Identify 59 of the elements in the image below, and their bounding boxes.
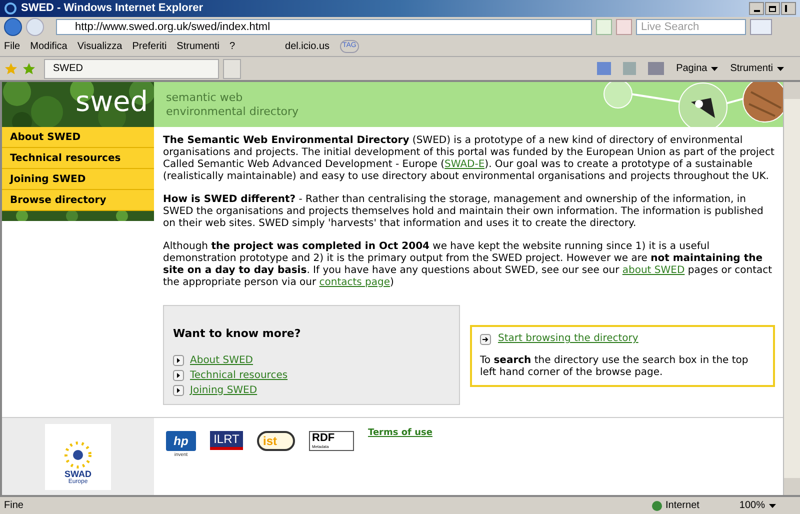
browser-icon <box>4 2 17 15</box>
zone-indicator: Internet <box>652 498 700 513</box>
caret-icon <box>711 66 718 70</box>
text-link[interactable]: Joining SWED <box>190 384 258 396</box>
menu-item[interactable]: Preferiti <box>132 39 167 54</box>
text-link[interactable]: SWAD-E <box>444 159 485 170</box>
browser-tab[interactable]: SWED <box>44 58 219 78</box>
window-title: SWED - Windows Internet Explorer <box>21 1 204 16</box>
maximize-button[interactable] <box>765 2 780 15</box>
print-button[interactable] <box>648 62 664 75</box>
text-link[interactable]: Start browsing the directory <box>498 333 638 345</box>
feeds-button[interactable] <box>623 62 636 75</box>
close-button[interactable] <box>781 2 796 15</box>
arrow-icon <box>480 334 491 344</box>
caret-icon <box>777 66 784 70</box>
minimize-button[interactable] <box>749 2 764 15</box>
menu-item[interactable]: Modifica <box>30 39 68 54</box>
address-field[interactable]: http://www.swed.org.uk/swed/index.html <box>56 19 592 35</box>
sidebar-item[interactable]: Joining SWED <box>2 169 154 190</box>
star-icon[interactable] <box>4 62 18 76</box>
delicious-button[interactable]: del.icio.us <box>285 39 330 54</box>
site-logo: swed <box>76 88 148 116</box>
sidebar-item[interactable]: Browse directory <box>2 190 154 211</box>
search-field[interactable]: Live Search <box>636 19 746 35</box>
page-menu[interactable]: Pagina <box>676 61 718 76</box>
refresh-button[interactable] <box>596 19 612 35</box>
paragraph: The Semantic Web Environmental Directory (SWED) is a prototype of a new kind of directory of environmental organisations and projects. The initial development of this portal was funded by the European Union as part of the project Called Semantic Web Advanced Development - Europe (SWAD-E). Our goal was to create a prototype of a sustainable (realistically maintainable) and easy to use directory about environmental organisations and projects throughout the UK. <box>163 135 775 183</box>
logo-text: SWAD <box>64 470 92 479</box>
new-tab-button[interactable] <box>223 58 241 78</box>
logo-text: RDF <box>312 433 336 444</box>
caret-icon <box>769 504 776 508</box>
menu-item[interactable]: Strumenti <box>176 39 220 54</box>
ilrt-logo: ILRT <box>210 431 243 450</box>
hp-logo: hp <box>166 431 196 451</box>
stars-icon <box>63 440 93 470</box>
status-text: Fine <box>4 499 24 513</box>
text-link[interactable]: About SWED <box>190 354 253 366</box>
home-button[interactable] <box>597 62 612 75</box>
paragraph: Although the project was completed in Oct 2004 we have kept the website running since 1) it is a useful demonstration prototype and 2) it is the primary output from the SWED project. However we are not maintaining the site on a day to day basis. If you have have any questions about SWED, see our see our about SWED pages or contact the appropriate person via our contacts page) <box>163 241 774 289</box>
site-tagline: semantic web <box>166 90 244 104</box>
stop-button[interactable] <box>616 19 632 35</box>
text-link[interactable]: Technical resources <box>190 370 288 382</box>
tools-menu[interactable]: Strumenti <box>730 61 784 76</box>
text-link[interactable]: about SWED <box>622 265 685 276</box>
text-link[interactable]: contacts page <box>319 277 390 288</box>
site-tagline: environmental directory <box>166 104 299 118</box>
menu-item[interactable]: ? <box>229 39 236 54</box>
paragraph: To search the directory use the search box in the top left hand corner of the browse page. <box>480 355 750 379</box>
scrollbar[interactable] <box>783 82 800 495</box>
terms-link[interactable]: Terms of use <box>368 427 432 440</box>
zoom-button[interactable]: 100% <box>739 498 776 513</box>
sidebar-item[interactable]: About SWED <box>2 127 154 148</box>
menu-item[interactable]: File <box>4 39 20 54</box>
paragraph: How is SWED different? - Rather than centralising the storage, management and ownership of the information, in SWED the organisations and projects themselves hold and maintain their own information. The information is published on their web sites. SWED simply 'harvests' that information and uses it to create the directory. <box>163 194 764 230</box>
sidebar-item[interactable]: Technical resources <box>2 148 154 169</box>
back-button[interactable] <box>4 18 22 36</box>
ist-logo: ist <box>257 431 295 451</box>
panel-heading: Want to know more? <box>173 328 302 340</box>
menu-item[interactable]: Visualizza <box>77 39 122 54</box>
